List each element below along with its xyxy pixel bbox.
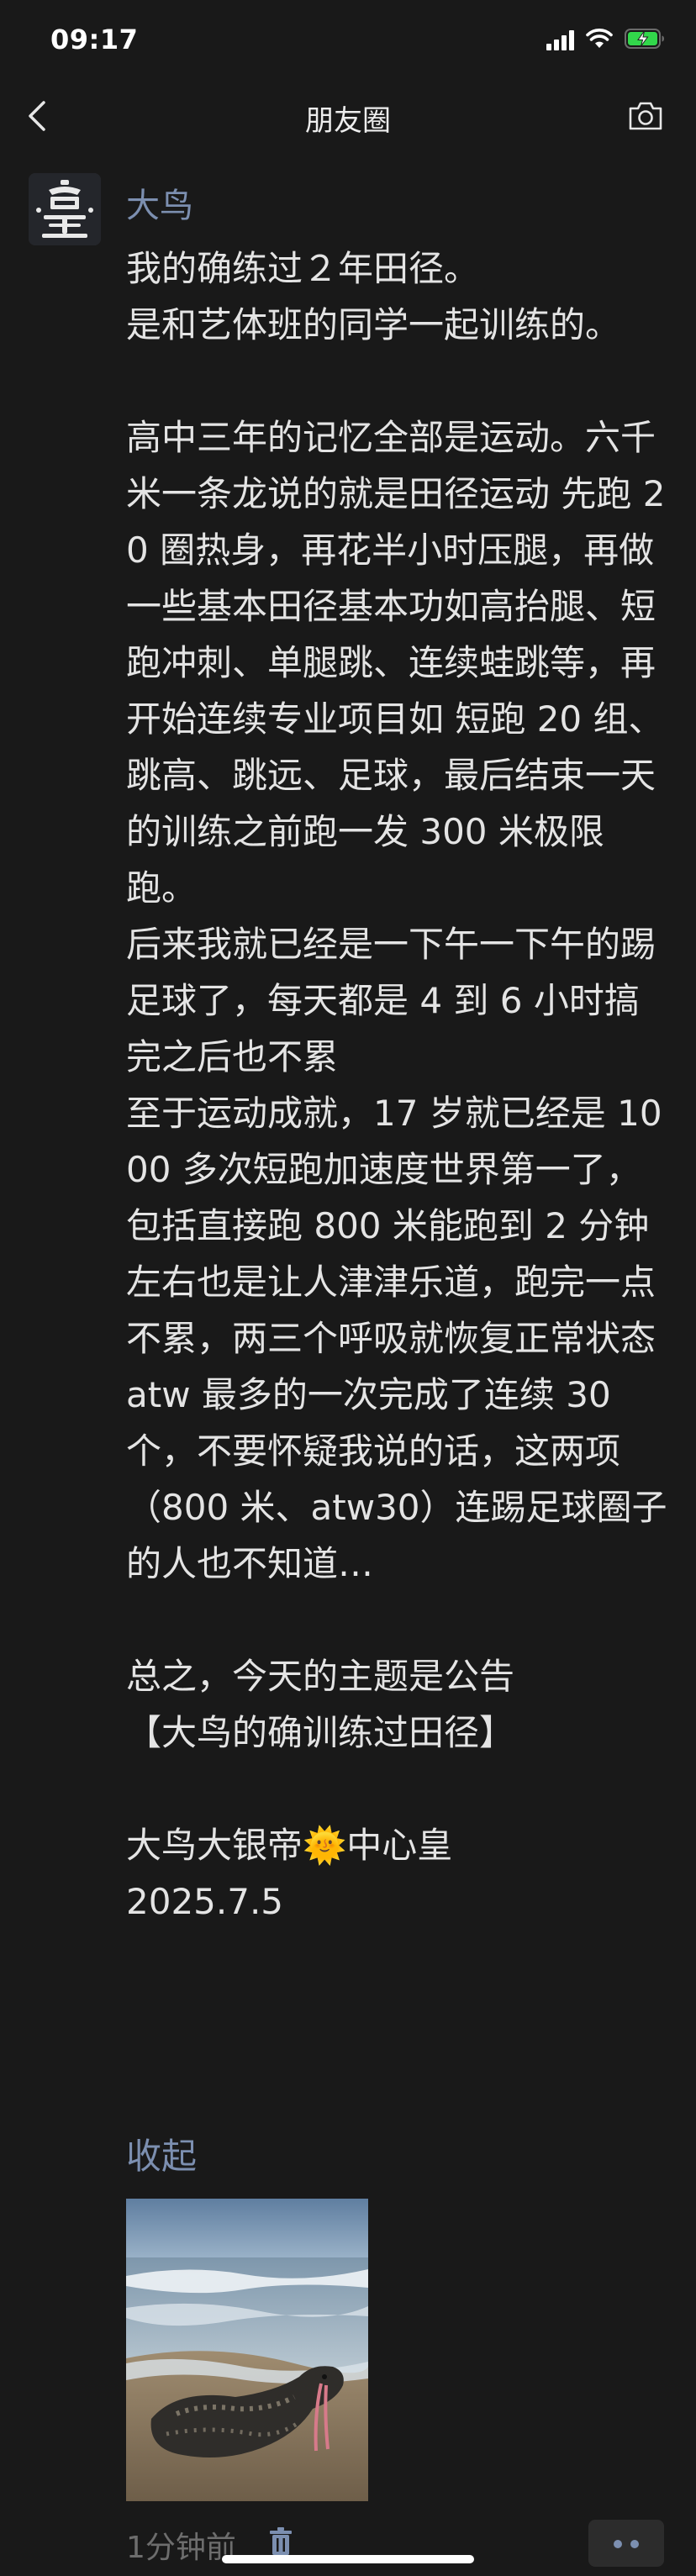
nav-bar: 朋友圈 <box>0 77 696 158</box>
page-title: 朋友圈 <box>305 104 391 138</box>
signal-icon <box>546 30 577 50</box>
status-bar: 09:17 <box>0 0 696 77</box>
more-dots-icon[interactable] <box>588 2520 664 2567</box>
seal-photo <box>126 2199 368 2501</box>
camera-icon[interactable] <box>627 100 664 132</box>
avatar[interactable] <box>29 173 101 245</box>
collapse-link[interactable]: 收起 <box>126 2128 197 2179</box>
post-text: 我的确练过２年田径。 是和艺体班的同学一起训练的。 高中三年的记忆全部是运动。六… <box>126 248 667 1922</box>
post-timestamp: 1分钟前 <box>126 2531 236 2565</box>
emperor-seal-avatar-icon <box>29 173 101 245</box>
wifi-icon <box>586 29 613 48</box>
battery-charging-icon <box>625 29 664 49</box>
status-time: 09:17 <box>50 24 139 55</box>
trash-icon[interactable] <box>267 2526 294 2557</box>
post-image[interactable] <box>126 2199 368 2501</box>
home-indicator[interactable] <box>222 2555 474 2563</box>
author-name[interactable]: 大鸟 <box>126 178 193 227</box>
